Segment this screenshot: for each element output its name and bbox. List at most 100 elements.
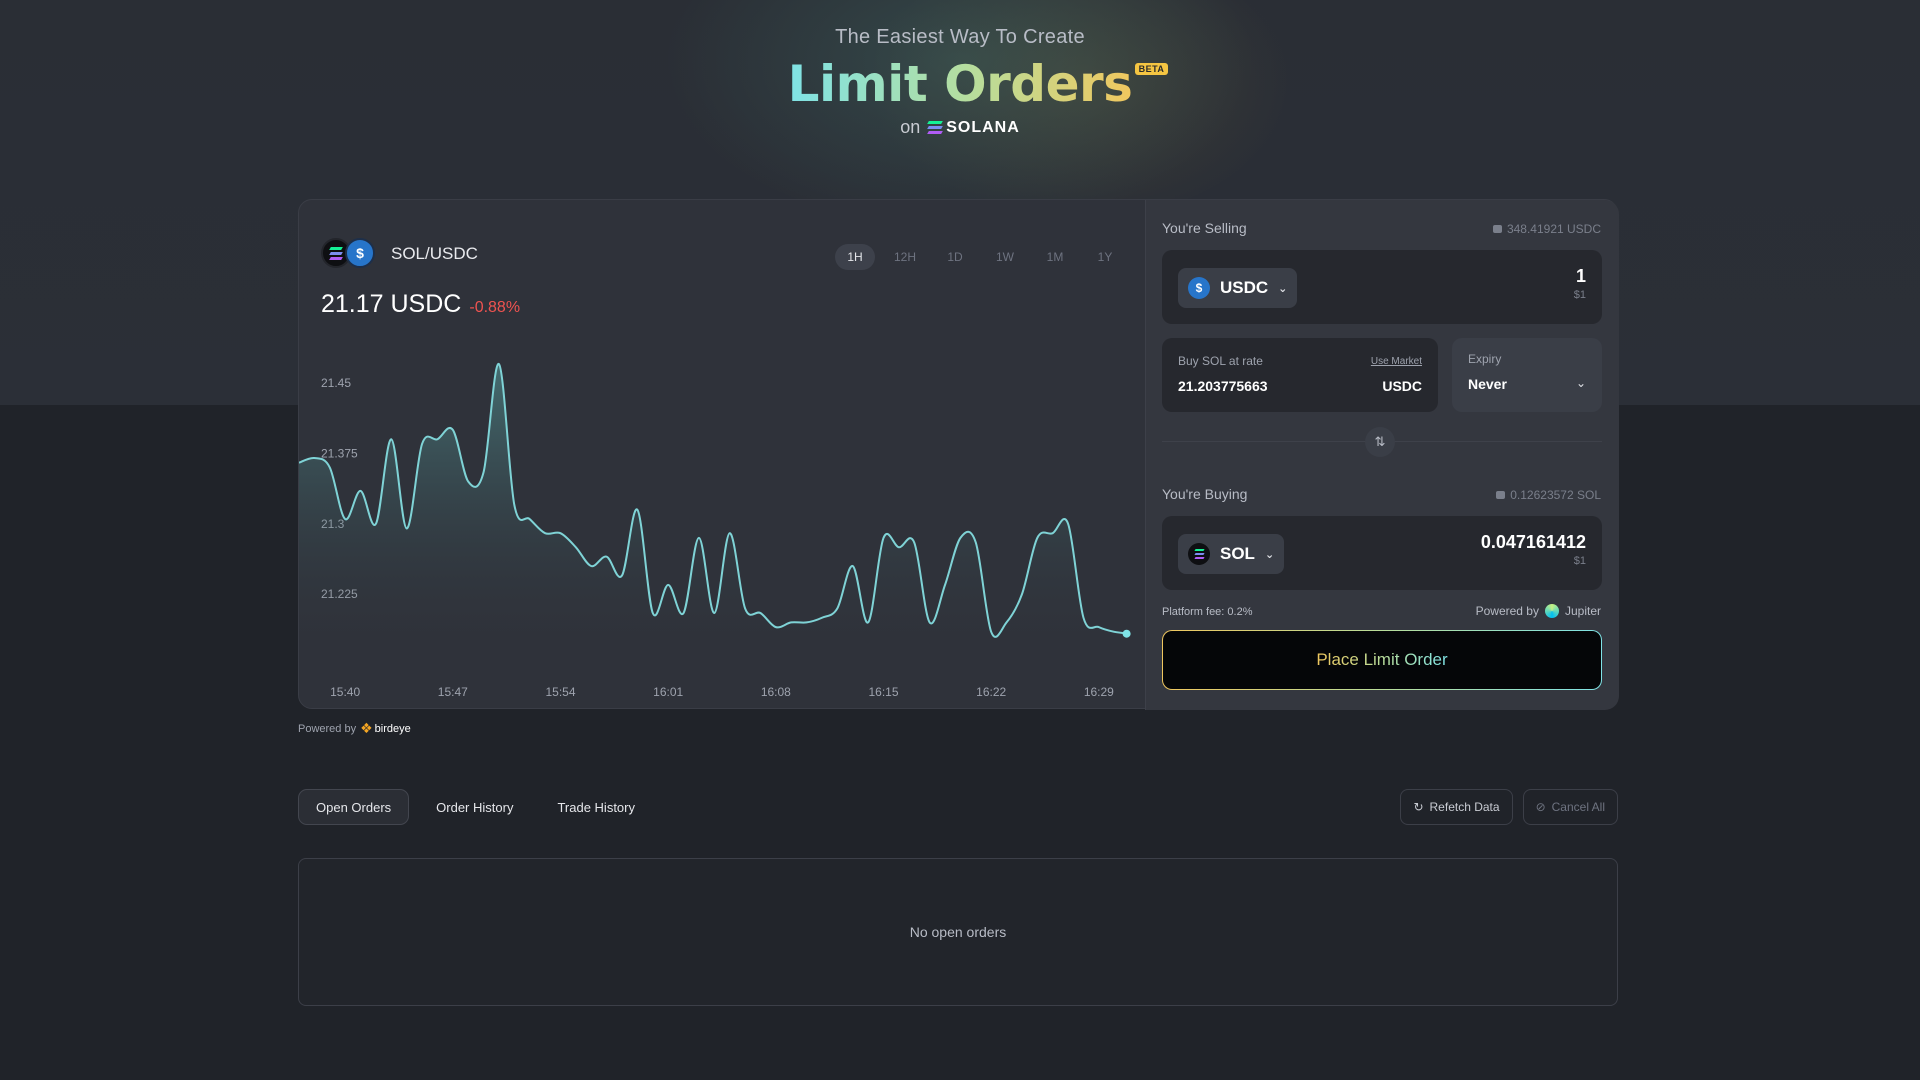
x-tick-label: 15:47 <box>438 685 468 699</box>
price-point <box>989 630 993 634</box>
refetch-data-button[interactable]: ↻ Refetch Data <box>1400 789 1513 825</box>
refetch-label: Refetch Data <box>1429 800 1500 814</box>
price-chart[interactable]: 21.4521.37521.321.225 15:4015:4715:5416:… <box>299 350 1145 710</box>
timeframe-1d[interactable]: 1D <box>935 244 975 270</box>
price-point <box>605 555 609 559</box>
chart-powered-by-label: Powered by <box>298 722 357 735</box>
buy-token-select[interactable]: SOL ⌄ <box>1178 534 1285 574</box>
price-point <box>1035 536 1039 540</box>
price-point <box>497 362 501 366</box>
rate-box[interactable]: Buy SOL at rate Use Market 21.203775663 … <box>1162 338 1438 412</box>
solana-logo: SOLANA <box>927 119 1020 137</box>
expiry-label: Expiry <box>1468 352 1502 366</box>
expiry-value: Never <box>1468 376 1507 392</box>
sell-token-select[interactable]: $ USDC ⌄ <box>1178 268 1298 308</box>
price-point <box>897 545 901 549</box>
price-point <box>328 465 332 469</box>
buy-token-symbol: SOL <box>1220 544 1255 563</box>
timeframe-1h[interactable]: 1H <box>835 244 875 270</box>
timeframe-1m[interactable]: 1M <box>1035 244 1075 270</box>
buy-token-box: SOL ⌄ 0.047161412 $1 <box>1162 516 1602 590</box>
price-point <box>805 620 809 624</box>
buy-amount: 0.047161412 $1 <box>1481 532 1586 567</box>
powered-by-jupiter: Powered by Jupiter <box>1476 604 1601 618</box>
price-point <box>1081 616 1085 620</box>
price-point <box>389 437 393 441</box>
jupiter-name: Jupiter <box>1564 604 1601 618</box>
price-point <box>974 541 978 545</box>
price-point <box>574 545 578 549</box>
price-point <box>943 583 947 587</box>
price-point <box>620 573 624 577</box>
chevron-down-icon: ⌄ <box>1278 282 1288 295</box>
x-tick-label: 16:22 <box>976 685 1006 699</box>
price-area <box>299 363 1130 660</box>
price-point <box>466 480 470 484</box>
hero-on-text: on <box>900 117 921 137</box>
y-tick-label: 21.375 <box>321 446 358 460</box>
timeframe-1w[interactable]: 1W <box>985 244 1025 270</box>
chevron-down-icon: ⌄ <box>1575 376 1586 390</box>
price-point <box>435 437 439 441</box>
place-limit-order-button[interactable]: Place Limit Order <box>1162 630 1602 690</box>
hero-title: Limit Orders <box>787 55 1133 113</box>
tab-open-orders[interactable]: Open Orders <box>298 789 410 825</box>
timeframe-12h[interactable]: 12H <box>885 244 925 270</box>
rate-label: Buy SOL at rate <box>1178 354 1263 368</box>
beta-badge: BETA <box>1134 63 1169 75</box>
selling-balance: 348.41921 USDC <box>1492 222 1601 236</box>
price-point <box>512 503 516 507</box>
timeframe-1y[interactable]: 1Y <box>1085 244 1125 270</box>
sell-amount-value: 1 <box>1575 266 1586 286</box>
y-tick-label: 21.45 <box>321 376 351 390</box>
price-point <box>835 606 839 610</box>
price-point <box>589 564 593 568</box>
price-point <box>774 625 778 629</box>
price-point <box>558 531 562 535</box>
sell-amount[interactable]: 1 $1 <box>1574 266 1586 301</box>
price-point <box>482 470 486 474</box>
cancel-all-button[interactable]: ⊘ Cancel All <box>1522 789 1618 825</box>
price-point <box>882 536 886 540</box>
price-point <box>912 541 916 545</box>
price-point <box>528 517 532 521</box>
usdc-icon: $ <box>1188 277 1210 299</box>
pair-icons: $ <box>321 238 377 270</box>
price-point <box>1097 625 1101 629</box>
expiry-select[interactable]: Expiry Never ⌄ <box>1452 338 1602 412</box>
price-point <box>1020 592 1024 596</box>
pair-name: SOL/USDC <box>391 244 478 263</box>
price-point <box>851 564 855 568</box>
refresh-icon: ↻ <box>1413 800 1424 814</box>
trade-panel: $ SOL/USDC 21.17 USDC -0.88% 1H 12H 1D 1… <box>298 199 1619 710</box>
wallet-icon <box>1492 225 1502 233</box>
tab-trade-history[interactable]: Trade History <box>540 789 652 825</box>
orders-tabs: Open Orders Order History Trade History <box>298 789 652 825</box>
solana-icon <box>927 121 944 134</box>
use-market-link[interactable]: Use Market <box>1371 356 1422 367</box>
last-price-dot <box>1122 629 1131 638</box>
jupiter-icon <box>1544 604 1559 618</box>
x-tick-label: 16:15 <box>868 685 898 699</box>
tab-order-history[interactable]: Order History <box>419 789 530 825</box>
rate-value[interactable]: 21.203775663 <box>1178 378 1268 394</box>
current-price: 21.17 USDC <box>321 290 462 318</box>
price-point <box>697 536 701 540</box>
swap-direction-button[interactable]: ⇅ <box>1365 427 1395 457</box>
hero-title-row: Limit Orders BETA <box>787 55 1169 113</box>
hero: The Easiest Way To Create Limit Orders B… <box>0 26 1920 138</box>
price-point <box>1051 531 1055 535</box>
x-tick-label: 15:54 <box>545 685 575 699</box>
orders-actions: ↻ Refetch Data ⊘ Cancel All <box>1400 789 1618 825</box>
rate-unit: USDC <box>1382 378 1422 394</box>
sol-icon <box>1188 543 1210 565</box>
powered-by-birdeye[interactable]: Powered by ❖ birdeye <box>298 720 411 737</box>
selling-balance-value: 348.41921 USDC <box>1506 222 1601 236</box>
price-point <box>1112 630 1116 634</box>
price-point <box>1005 620 1009 624</box>
x-tick-label: 15:40 <box>330 685 360 699</box>
price-point <box>728 531 732 535</box>
buying-balance: 0.12623572 SOL <box>1496 488 1601 502</box>
x-tick-label: 16:08 <box>761 685 791 699</box>
price-point <box>651 611 655 615</box>
